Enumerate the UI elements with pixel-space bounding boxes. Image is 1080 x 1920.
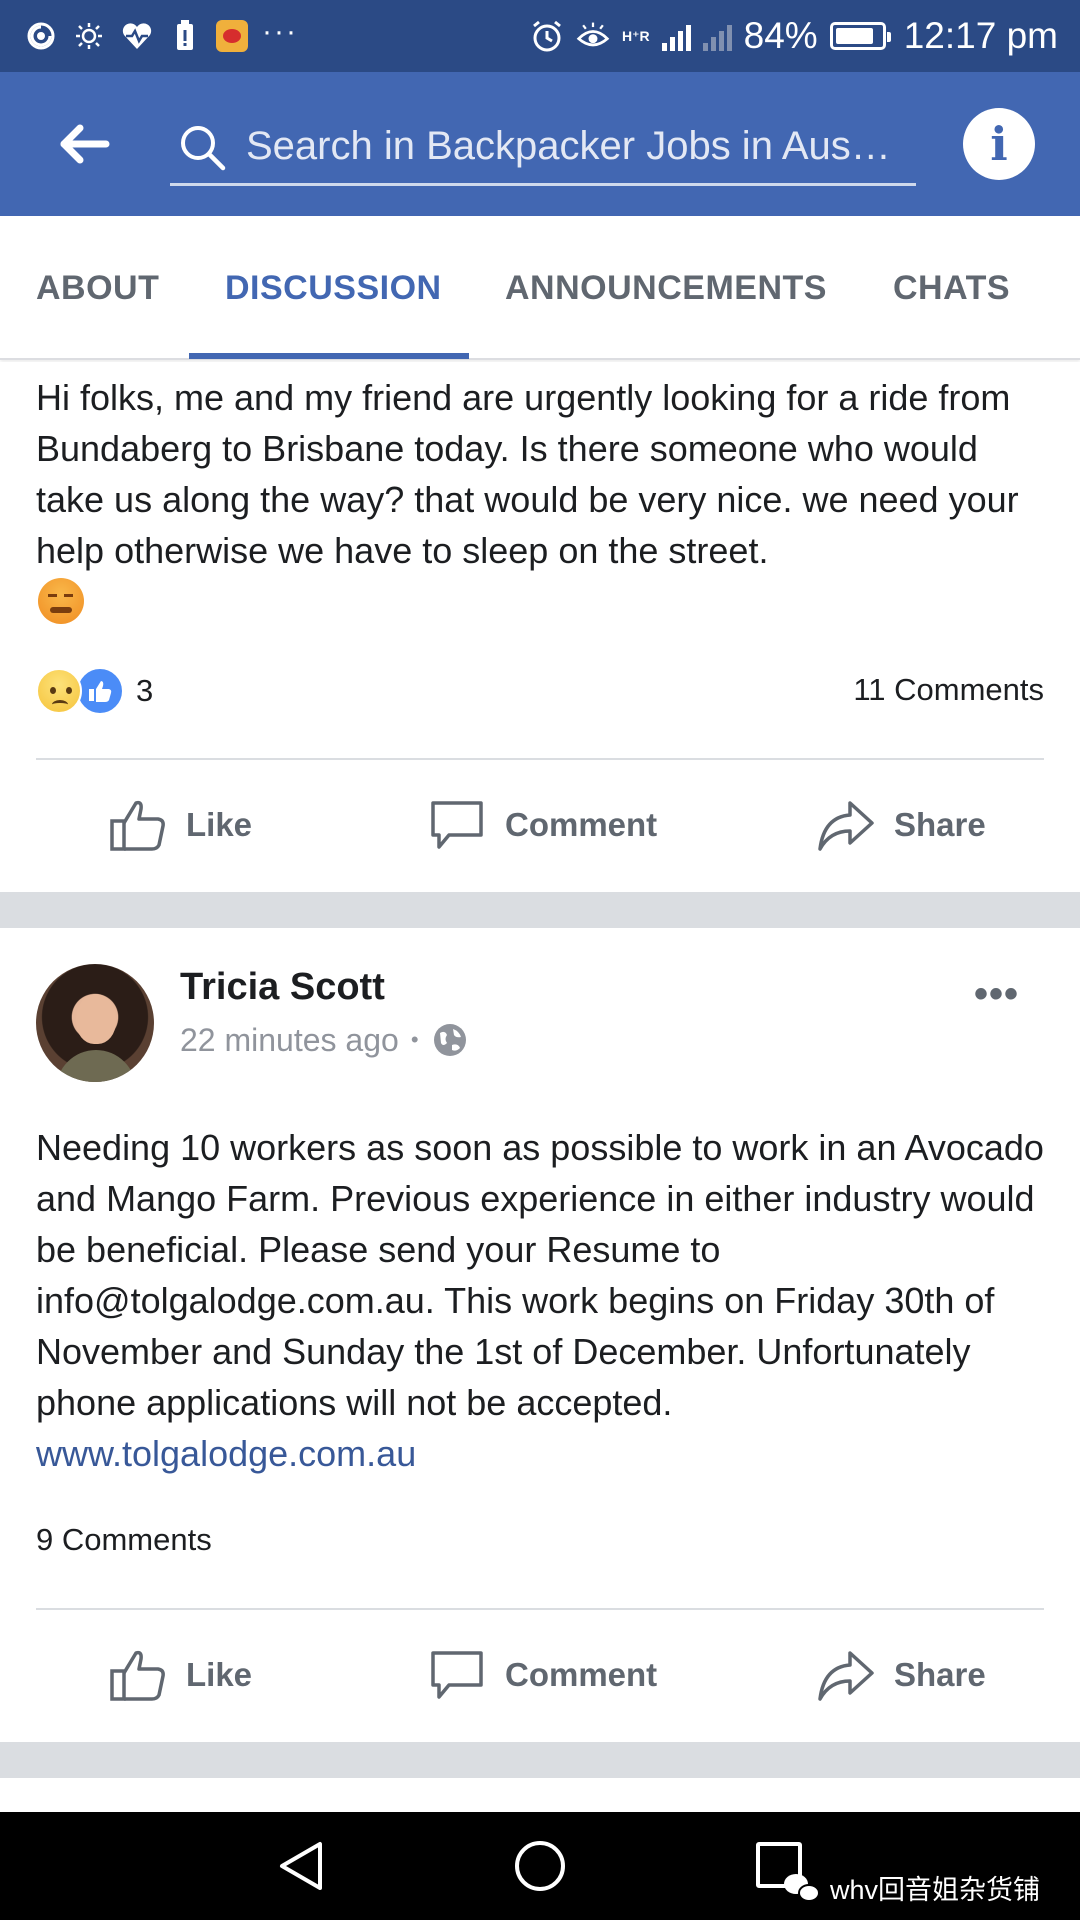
system-nav-bar: whv回音姐杂货铺: [0, 1812, 1080, 1920]
post-meta: 22 minutes ago •: [180, 1021, 469, 1059]
status-left-icons: ···: [24, 15, 530, 53]
sync-icon: [24, 19, 58, 53]
battery-icon: [829, 22, 891, 50]
group-search-bar[interactable]: Search in Backpacker Jobs in Aus…: [170, 110, 916, 186]
avatar[interactable]: [36, 964, 154, 1082]
like-label: Like: [186, 1656, 253, 1693]
tired-face-emoji: [38, 578, 84, 624]
comment-icon: [431, 801, 483, 849]
more-notifications-indicator: ···: [262, 15, 298, 48]
avatar-face: [76, 994, 116, 1044]
post-body: Hi folks, me and my friend are urgently …: [36, 377, 1019, 571]
like-reaction-icon: [76, 667, 124, 715]
group-tabs: ABOUT DISCUSSION ANNOUNCEMENTS CHATS: [0, 216, 1080, 360]
watermark: whv回音姐杂货铺: [784, 1868, 1040, 1907]
post-author[interactable]: Tricia Scott: [180, 966, 385, 1009]
comment-button[interactable]: Comment: [427, 1610, 657, 1740]
post-body-text: Needing 10 workers as soon as possible t…: [36, 1127, 1044, 1423]
back-arrow-icon: [60, 124, 110, 164]
like-button[interactable]: Like: [108, 760, 252, 890]
post-actions: Like Comment Share: [0, 1610, 1080, 1740]
active-tab-indicator: [189, 353, 469, 359]
post-link[interactable]: www.tolgalodge.com.au: [36, 1433, 416, 1474]
post-separator: [0, 892, 1080, 928]
like-icon: [110, 1650, 165, 1701]
battery-saver-icon: [168, 19, 202, 53]
next-post-preview: [0, 1778, 1080, 1812]
post-body: Needing 10 workers as soon as possible t…: [36, 1122, 1046, 1479]
group-header: Search in Backpacker Jobs in Aus… i: [0, 72, 1080, 216]
post-actions: Like Comment Share: [0, 760, 1080, 890]
comment-label: Comment: [505, 806, 658, 843]
watermark-text: whv回音姐杂货铺: [830, 1875, 1041, 1905]
tab-chats[interactable]: CHATS: [893, 216, 1010, 360]
comments-count[interactable]: 11 Comments: [853, 672, 1044, 708]
network-type-label: H⁺R: [622, 28, 650, 44]
avatar-shirt: [56, 1050, 136, 1082]
feed-post: Hi folks, me and my friend are urgently …: [0, 362, 1080, 892]
share-button[interactable]: Share: [816, 1610, 986, 1740]
wechat-icon: [784, 1872, 822, 1904]
tab-about[interactable]: ABOUT: [36, 216, 159, 360]
reaction-summary[interactable]: 3: [36, 667, 153, 715]
signal-icon-secondary: [702, 21, 732, 51]
clock: 12:17 pm: [903, 15, 1058, 56]
info-icon: i: [990, 117, 1008, 171]
reaction-count: 3: [136, 673, 154, 708]
eye-comfort-icon: [576, 19, 610, 53]
alarm-icon: [530, 19, 564, 53]
meta-separator: •: [410, 1027, 419, 1052]
share-label: Share: [894, 806, 986, 843]
home-nav-icon[interactable]: [515, 1841, 565, 1891]
group-info-button[interactable]: i: [963, 108, 1035, 180]
search-input[interactable]: Search in Backpacker Jobs in Aus…: [246, 124, 896, 169]
comment-icon: [431, 1651, 483, 1699]
back-button[interactable]: [56, 116, 112, 172]
post-options-button[interactable]: •••: [974, 972, 1019, 1017]
comment-label: Comment: [505, 1656, 658, 1693]
comments-count[interactable]: 9 Comments: [36, 1522, 212, 1558]
weibo-icon: [216, 20, 248, 52]
tab-discussion[interactable]: DISCUSSION: [225, 216, 442, 360]
feed-post: Tricia Scott 22 minutes ago • ••• Needin…: [0, 928, 1080, 1742]
globe-icon: [433, 1024, 466, 1056]
like-icon: [110, 800, 165, 851]
comment-button[interactable]: Comment: [427, 760, 657, 890]
battery-percent: 84%: [743, 15, 818, 56]
signal-icon: [661, 21, 691, 51]
sad-reaction-icon: [36, 668, 82, 714]
status-right-icons: H⁺R 84% 12:17 pm: [530, 15, 1058, 57]
share-label: Share: [894, 1656, 986, 1693]
health-icon: [120, 19, 154, 53]
share-button[interactable]: Share: [816, 760, 986, 890]
share-icon: [818, 801, 874, 851]
brightness-icon: [72, 19, 106, 53]
share-icon: [818, 1651, 874, 1701]
like-button[interactable]: Like: [108, 1610, 252, 1740]
status-bar: ··· H⁺R 84% 12:17 pm: [0, 0, 1080, 72]
post-separator: [0, 1742, 1080, 1778]
post-timestamp[interactable]: 22 minutes ago: [180, 1022, 399, 1059]
like-label: Like: [186, 806, 253, 843]
back-nav-icon[interactable]: [276, 1840, 326, 1892]
search-icon: [181, 125, 226, 170]
tab-announcements[interactable]: ANNOUNCEMENTS: [505, 216, 827, 360]
